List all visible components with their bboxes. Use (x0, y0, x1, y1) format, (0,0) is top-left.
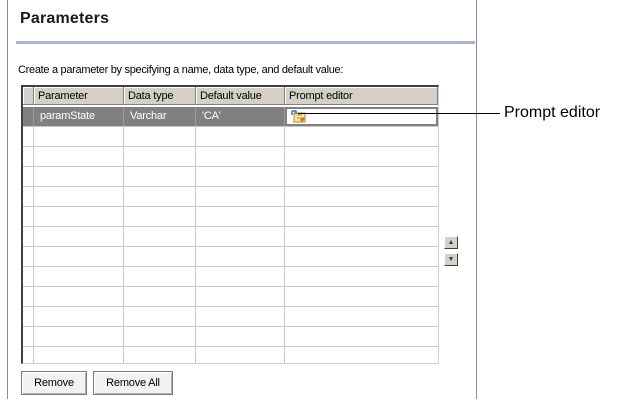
table-cell[interactable] (124, 287, 196, 306)
table-cell[interactable] (285, 287, 438, 306)
table-cell[interactable] (196, 207, 285, 226)
table-cell[interactable] (196, 167, 285, 186)
table-cell[interactable] (34, 347, 124, 363)
column-header-default-value[interactable]: Default value (196, 87, 285, 105)
parameters-table[interactable]: Parameter Data type Default value Prompt… (21, 85, 439, 364)
table-row[interactable] (23, 127, 438, 147)
callout-line (298, 113, 500, 114)
row-selector[interactable] (23, 347, 34, 363)
title-divider (16, 41, 475, 44)
table-cell[interactable] (285, 267, 438, 286)
table-cell[interactable] (34, 187, 124, 206)
table-cell[interactable] (196, 127, 285, 146)
table-cell[interactable] (285, 247, 438, 266)
row-selector[interactable] (23, 207, 34, 226)
table-cell[interactable] (285, 187, 438, 206)
table-cell[interactable] (124, 347, 196, 363)
table-cell[interactable] (196, 147, 285, 166)
table-cell[interactable] (124, 127, 196, 146)
row-selector[interactable] (23, 307, 34, 326)
table-cell[interactable] (196, 267, 285, 286)
table-cell[interactable] (124, 327, 196, 346)
table-cell[interactable] (285, 207, 438, 226)
row-selector[interactable] (23, 267, 34, 286)
column-header-prompt-editor[interactable]: Prompt editor (285, 87, 438, 105)
column-header-parameter[interactable]: Parameter (34, 87, 124, 105)
table-cell[interactable] (285, 147, 438, 166)
arrow-down-icon: ▼ (447, 256, 455, 263)
table-cell[interactable] (285, 307, 438, 326)
table-cell[interactable] (285, 327, 438, 346)
row-selector[interactable] (23, 167, 34, 186)
callout-label: Prompt editor (504, 104, 601, 121)
table-row[interactable] (23, 347, 438, 363)
table-row[interactable] (23, 267, 438, 287)
table-row[interactable] (23, 187, 438, 207)
remove-button[interactable]: Remove (21, 371, 87, 395)
table-cell[interactable] (124, 167, 196, 186)
table-cell[interactable] (196, 307, 285, 326)
table-cell[interactable] (124, 307, 196, 326)
cell-data-type[interactable]: Varchar (124, 107, 196, 126)
table-cell[interactable] (34, 127, 124, 146)
table-cell[interactable] (196, 347, 285, 363)
table-row[interactable]: paramState Varchar 'CA' (23, 107, 438, 127)
table-cell[interactable] (285, 347, 438, 363)
table-row[interactable] (23, 327, 438, 347)
move-up-button[interactable]: ▲ (444, 236, 458, 249)
table-row[interactable] (23, 247, 438, 267)
table-cell[interactable] (34, 287, 124, 306)
row-selector[interactable] (23, 227, 34, 246)
row-selector[interactable] (23, 327, 34, 346)
row-selector[interactable] (23, 127, 34, 146)
table-cell[interactable] (285, 227, 438, 246)
table-row[interactable] (23, 207, 438, 227)
table-cell[interactable] (196, 247, 285, 266)
table-cell[interactable] (34, 207, 124, 226)
column-header-data-type[interactable]: Data type (124, 87, 196, 105)
table-cell[interactable] (124, 227, 196, 246)
row-selector[interactable] (23, 187, 34, 206)
table-cell[interactable] (34, 327, 124, 346)
table-cell[interactable] (34, 307, 124, 326)
table-cell[interactable] (124, 187, 196, 206)
table-cell[interactable] (34, 267, 124, 286)
table-cell[interactable] (196, 187, 285, 206)
table-row[interactable] (23, 307, 438, 327)
table-cell[interactable] (196, 227, 285, 246)
table-cell[interactable] (285, 167, 438, 186)
table-row[interactable] (23, 287, 438, 307)
table-cell[interactable] (34, 247, 124, 266)
table-row[interactable] (23, 167, 438, 187)
row-selector[interactable] (23, 147, 34, 166)
row-selector-header (23, 87, 34, 105)
table-row[interactable] (23, 147, 438, 167)
remove-all-button[interactable]: Remove All (93, 371, 173, 395)
instruction-text: Create a parameter by specifying a name,… (18, 64, 344, 76)
table-cell[interactable] (124, 147, 196, 166)
table-cell[interactable] (124, 267, 196, 286)
row-selector[interactable] (23, 287, 34, 306)
table-cell[interactable] (34, 147, 124, 166)
move-down-button[interactable]: ▼ (444, 253, 458, 266)
table-cell[interactable] (196, 327, 285, 346)
table-cell[interactable] (34, 167, 124, 186)
cell-prompt-editor[interactable] (286, 108, 437, 125)
table-cell[interactable] (34, 227, 124, 246)
row-selector[interactable] (23, 247, 34, 266)
cell-parameter[interactable]: paramState (34, 107, 124, 126)
table-cell[interactable] (124, 247, 196, 266)
cell-default-value[interactable]: 'CA' (196, 107, 285, 126)
table-cell[interactable] (124, 207, 196, 226)
arrow-up-icon: ▲ (447, 239, 455, 246)
prompt-editor-icon[interactable] (291, 110, 306, 123)
table-row[interactable] (23, 227, 438, 247)
panel-title: Parameters (20, 10, 110, 27)
parameters-panel: Parameters Create a parameter by specify… (7, 0, 477, 399)
row-selector[interactable] (23, 107, 34, 126)
table-cell[interactable] (285, 127, 438, 146)
table-cell[interactable] (196, 287, 285, 306)
